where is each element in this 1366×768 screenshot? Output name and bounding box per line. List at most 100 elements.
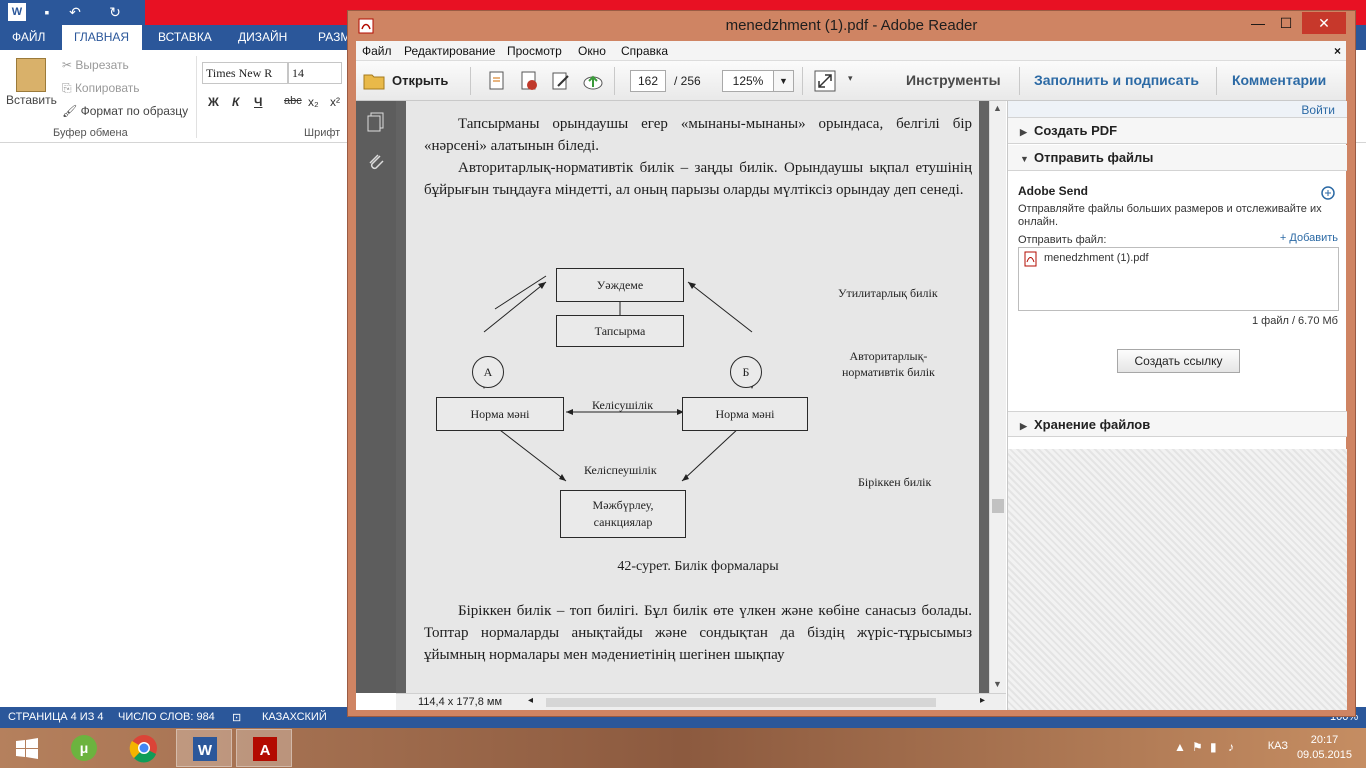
cloud-upload-icon[interactable] <box>582 70 604 92</box>
proofing-icon[interactable]: ⊡ <box>232 711 241 724</box>
word-app-icon: W <box>8 3 26 21</box>
sign-in-link[interactable]: Войти <box>1301 103 1335 117</box>
diagram-coercion-box: Мәжбүрлеу, санкциялар <box>560 490 686 538</box>
page-number-input[interactable]: 162 <box>630 70 666 92</box>
utorrent-icon: μ <box>71 735 97 761</box>
comments-link[interactable]: Комментарии <box>1232 72 1326 88</box>
menu-window[interactable]: Окно <box>578 44 606 58</box>
tray-language[interactable]: КАЗ <box>1268 740 1288 752</box>
close-button[interactable]: ✕ <box>1302 12 1346 34</box>
copy-button[interactable]: ⎘ Копировать <box>62 81 140 96</box>
subscript-button[interactable]: x₂ <box>308 95 319 109</box>
minimize-button[interactable]: — <box>1244 12 1272 34</box>
italic-button[interactable]: К <box>232 95 239 109</box>
format-painter-button[interactable]: 🖌 Формат по образцу <box>62 104 188 118</box>
fullscreen-icon[interactable] <box>814 70 836 92</box>
adobe-reader-window: menedzhment (1).pdf - Adobe Reader — ☐ ✕… <box>347 10 1356 717</box>
tray-network-icon[interactable]: ▮ <box>1210 740 1217 754</box>
svg-text:W: W <box>198 742 213 759</box>
toolbar-divider <box>1216 67 1217 95</box>
diagram-authoritarian-line2: нормативтік билік <box>842 365 935 379</box>
tab-file[interactable]: ФАЙЛ <box>0 25 57 50</box>
vertical-scrollbar[interactable]: ▲ ▼ <box>989 101 1006 693</box>
create-link-button[interactable]: Создать ссылку <box>1117 349 1240 373</box>
scroll-right-icon[interactable]: ▸ <box>980 695 985 706</box>
attachments-icon[interactable] <box>365 151 387 173</box>
tray-clock[interactable]: 20:17 09.05.2015 <box>1297 733 1352 763</box>
adobe-send-title: Adobe Send <box>1018 184 1089 198</box>
diagram-authoritarian-label: Авторитарлық- нормативтік билік <box>842 348 935 380</box>
tools-link[interactable]: Инструменты <box>906 72 1001 88</box>
scroll-down-icon[interactable]: ▼ <box>993 679 1002 689</box>
adobe-send-description: Отправляйте файлы больших размеров и отс… <box>1018 203 1322 228</box>
maximize-button[interactable]: ☐ <box>1272 12 1300 34</box>
open-button[interactable]: Открыть <box>362 69 458 93</box>
redo-icon[interactable]: ↻ <box>106 3 124 21</box>
file-list-item[interactable]: menedzhment (1).pdf <box>1044 252 1149 264</box>
font-size-select[interactable]: 14 <box>288 62 342 84</box>
page-thumbnails-icon[interactable] <box>365 111 387 133</box>
strikethrough-button[interactable]: abc <box>284 95 302 107</box>
send-files-section[interactable]: ▼ Отправить файлы <box>1008 145 1347 171</box>
pdf-page: Тапсырманы орындаушы егер «мынаны-мынаны… <box>406 101 979 693</box>
menu-file[interactable]: Файл <box>362 44 392 58</box>
paste-icon[interactable] <box>16 58 46 92</box>
svg-text:μ: μ <box>80 740 89 756</box>
scroll-left-icon[interactable]: ◂ <box>528 695 533 706</box>
close-document-icon[interactable]: × <box>1334 44 1341 58</box>
fill-sign-link[interactable]: Заполнить и подписать <box>1034 72 1199 88</box>
diagram-combined-label: Біріккен билік <box>858 475 932 489</box>
menu-edit[interactable]: Редактирование <box>404 44 495 58</box>
diagram-norm-right-box: Норма мәні <box>682 397 808 431</box>
tray-expand-icon[interactable]: ▲ <box>1174 740 1186 754</box>
clipboard-group-label: Буфер обмена <box>53 127 128 139</box>
scroll-up-icon[interactable]: ▲ <box>993 103 1002 113</box>
paste-button[interactable]: Вставить <box>6 93 57 107</box>
copy-label: Копировать <box>74 81 140 95</box>
cut-label: Вырезать <box>75 58 129 72</box>
tab-home[interactable]: ГЛАВНАЯ <box>62 25 142 50</box>
bold-button[interactable]: Ж <box>208 95 219 109</box>
diagram-agreement-label: Келісушілік <box>592 398 654 412</box>
edit-icon[interactable] <box>550 70 572 92</box>
scroll-thumb[interactable] <box>992 499 1004 513</box>
tray-flag-icon[interactable]: ⚑ <box>1192 740 1203 754</box>
taskbar-adobe-reader[interactable]: A <box>236 729 292 767</box>
document-view[interactable]: Тапсырманы орындаушы егер «мынаны-мынаны… <box>396 101 989 693</box>
toolbar-more-icon[interactable]: ▾ <box>848 73 853 84</box>
zoom-input[interactable]: 125% <box>722 70 774 92</box>
add-file-link[interactable]: + Добавить <box>1280 232 1338 244</box>
superscript-button[interactable]: x² <box>330 95 340 109</box>
file-list-box[interactable]: menedzhment (1).pdf <box>1018 247 1339 311</box>
underline-button[interactable]: Ч <box>254 95 262 109</box>
horizontal-scroll-thumb[interactable] <box>546 698 936 707</box>
menu-help[interactable]: Справка <box>621 44 668 58</box>
print-icon[interactable] <box>518 70 540 92</box>
tab-insert[interactable]: ВСТАВКА <box>146 25 224 50</box>
taskbar-chrome[interactable] <box>116 729 172 767</box>
reader-title-bar[interactable]: menedzhment (1).pdf - Adobe Reader — ☐ ✕ <box>348 11 1355 41</box>
undo-icon[interactable]: ↶ <box>66 3 84 21</box>
tray-volume-icon[interactable]: ♪ <box>1228 740 1234 754</box>
status-language[interactable]: КАЗАХСКИЙ <box>262 711 327 723</box>
status-word-count[interactable]: ЧИСЛО СЛОВ: 984 <box>118 711 215 723</box>
status-page[interactable]: СТРАНИЦА 4 ИЗ 4 <box>8 711 104 723</box>
windows-icon <box>16 738 38 759</box>
font-family-select[interactable]: Times New R <box>202 62 288 84</box>
clock-date: 09.05.2015 <box>1296 749 1352 761</box>
taskbar-word[interactable]: W <box>176 729 232 767</box>
taskbar-utorrent[interactable]: μ <box>56 729 112 767</box>
tab-design[interactable]: ДИЗАЙН <box>226 25 299 50</box>
create-pdf-icon[interactable] <box>486 70 508 92</box>
zoom-dropdown-button[interactable]: ▼ <box>774 70 794 92</box>
pdf-file-icon <box>1024 251 1037 267</box>
cut-button[interactable]: ✂ Вырезать <box>62 58 129 72</box>
start-button[interactable] <box>0 729 56 767</box>
diagram-utilitarian-label: Утилитарлық билік <box>838 286 938 300</box>
save-icon[interactable]: ▪ <box>38 3 56 21</box>
adobe-send-icon <box>1321 186 1335 200</box>
file-storage-section[interactable]: ▶ Хранение файлов <box>1008 411 1347 437</box>
menu-view[interactable]: Просмотр <box>507 44 562 58</box>
diagram-coercion-line1: Мәжбүрлеу, <box>592 498 654 512</box>
create-pdf-section[interactable]: ▶ Создать PDF <box>1008 118 1347 144</box>
